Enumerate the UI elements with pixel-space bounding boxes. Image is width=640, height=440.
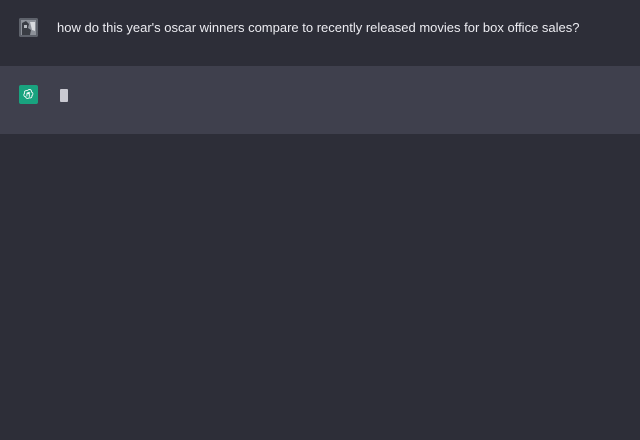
typing-cursor xyxy=(60,89,68,102)
assistant-message xyxy=(0,66,640,134)
user-photo-icon xyxy=(19,18,38,37)
user-message: how do this year's oscar winners compare… xyxy=(0,0,640,66)
user-message-text: how do this year's oscar winners compare… xyxy=(57,20,580,35)
openai-logo-icon xyxy=(19,85,38,104)
chat-empty-area xyxy=(0,134,640,440)
chat-thread: how do this year's oscar winners compare… xyxy=(0,0,640,440)
